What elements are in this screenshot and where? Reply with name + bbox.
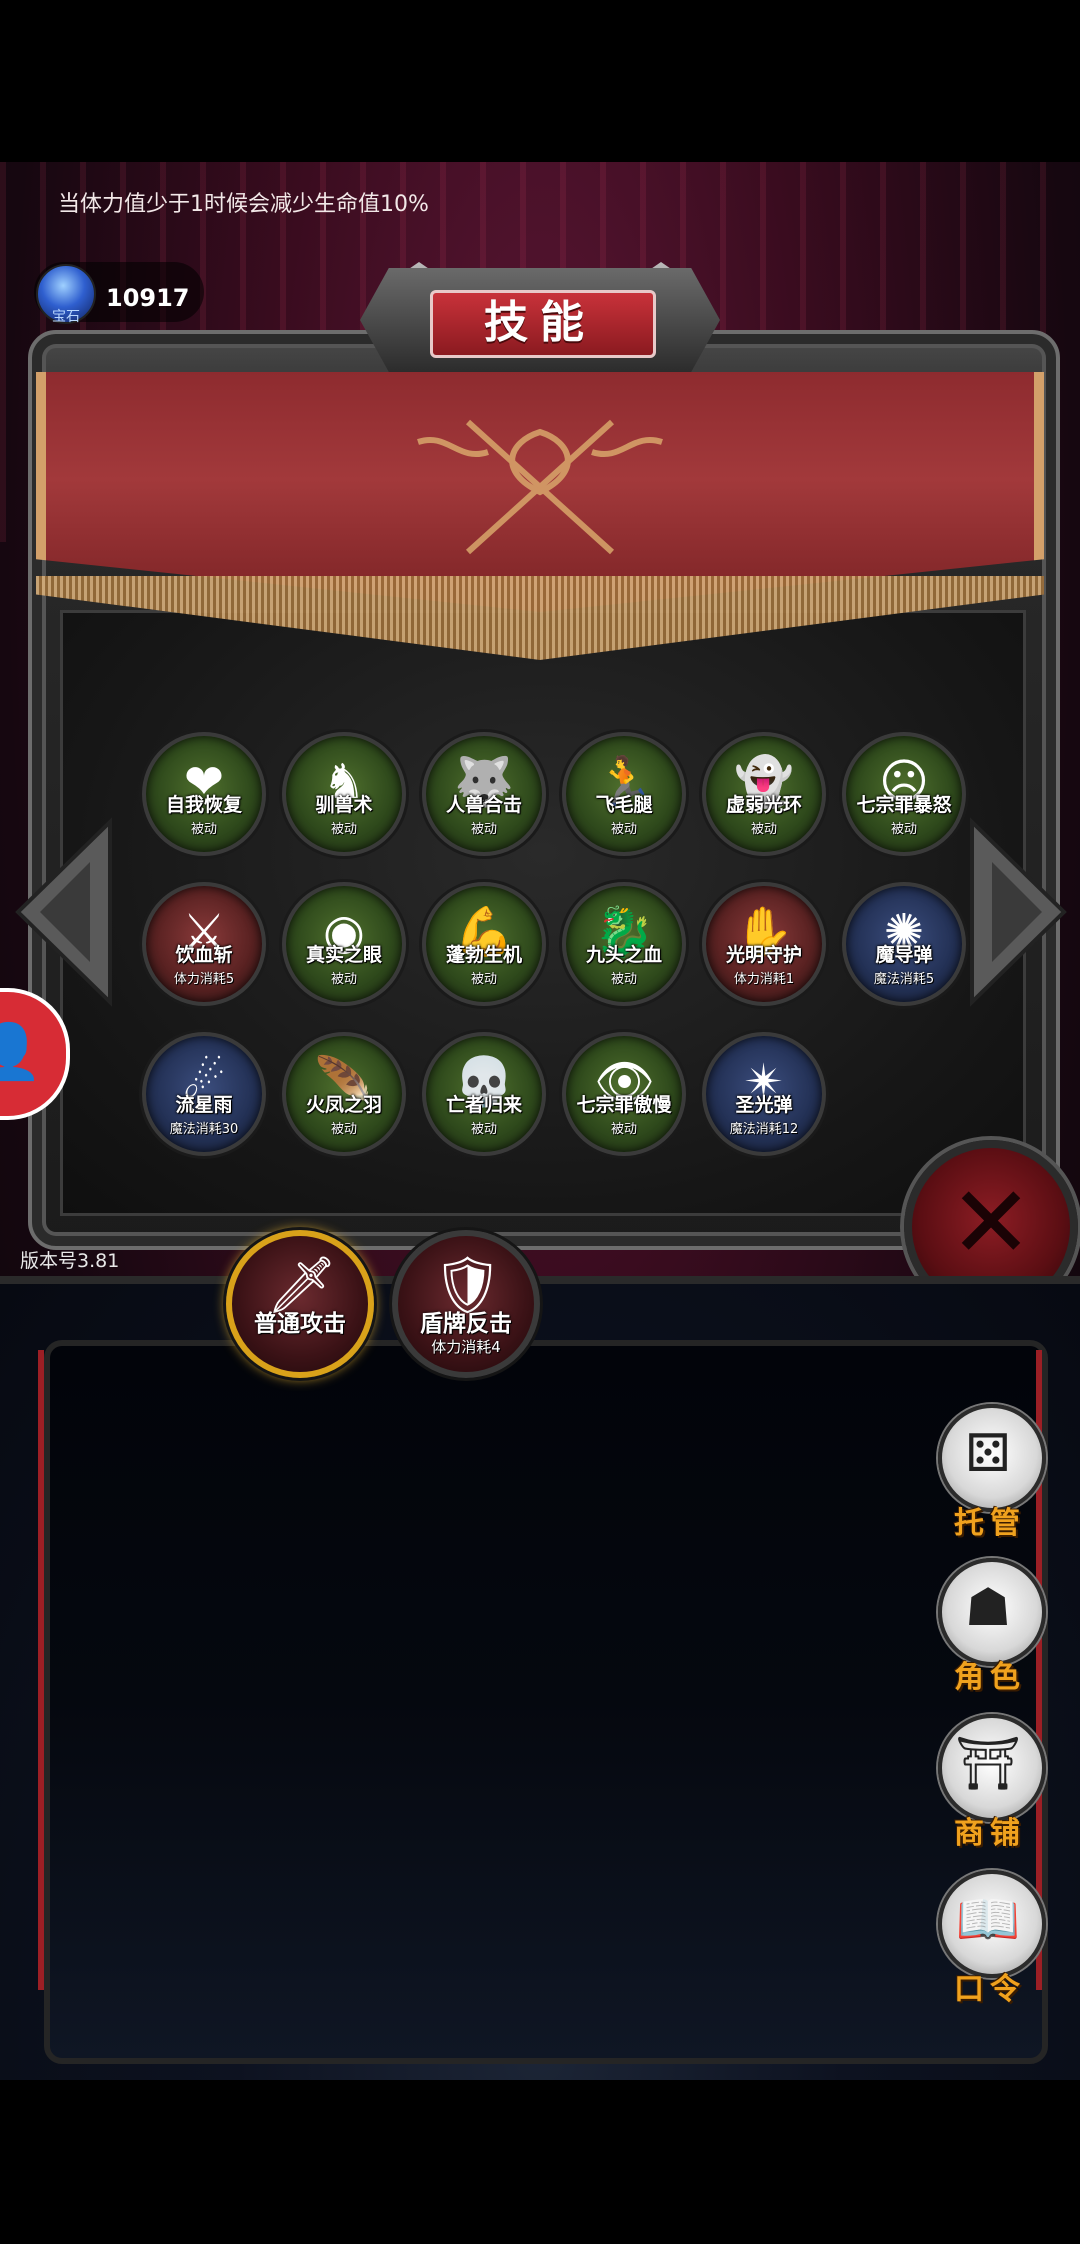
- skill-cost: 魔法消耗5: [873, 972, 935, 987]
- side-menu-button[interactable]: ⚄ 托管: [932, 1404, 1048, 1554]
- action-button[interactable]: 🛡 盾牌反击 体力消耗4: [392, 1230, 540, 1378]
- skill-button[interactable]: 🏃 飞毛腿 被动: [562, 732, 686, 856]
- skill-name: 火凤之羽: [305, 1094, 382, 1116]
- skill-cost: 被动: [470, 822, 497, 837]
- skill-name: 人兽合击: [445, 794, 522, 816]
- skill-name: 光明守护: [725, 944, 802, 966]
- skill-button[interactable]: ✴ 圣光弹 魔法消耗12: [702, 1032, 826, 1156]
- skill-button[interactable]: 👁 七宗罪傲慢 被动: [562, 1032, 686, 1156]
- skill-name: 九头之血: [585, 944, 662, 966]
- skill-button[interactable]: ✺ 魔导弹 魔法消耗5: [842, 882, 966, 1006]
- side-menu-label: 商铺: [954, 1816, 1026, 1851]
- skill-button[interactable]: 🐺 人兽合击 被动: [422, 732, 546, 856]
- page-right-arrow-icon[interactable]: [962, 812, 1072, 1012]
- skill-cost: 被动: [890, 822, 917, 837]
- spellbook-icon: 📖: [955, 1890, 1021, 1950]
- skill-button[interactable]: ♞ 驯兽术 被动: [282, 732, 406, 856]
- skill-name: 饮血斩: [175, 944, 233, 966]
- side-menu-button[interactable]: ⛩ 商铺: [932, 1714, 1048, 1864]
- skill-name: 魔导弹: [875, 944, 933, 966]
- skill-cost: 被动: [610, 972, 637, 987]
- side-menu-label: 角色: [954, 1660, 1026, 1695]
- hooded-figure-icon: ☗: [964, 1578, 1012, 1638]
- skill-name: 七宗罪暴怒: [856, 794, 952, 816]
- action-name: 盾牌反击: [420, 1311, 512, 1337]
- skill-cost: 被动: [470, 1122, 497, 1137]
- skill-button[interactable]: 💪 蓬勃生机 被动: [422, 882, 546, 1006]
- action-cost: 体力消耗4: [431, 1338, 501, 1356]
- skill-cost: 魔法消耗12: [729, 1122, 799, 1137]
- action-button[interactable]: 🗡 普通攻击: [226, 1230, 374, 1378]
- skill-cost: 被动: [330, 822, 357, 837]
- bottom-black-bar: [0, 2080, 1080, 2244]
- version-label: 版本号3.81: [20, 1250, 120, 1272]
- skill-cost: 体力消耗1: [733, 972, 795, 987]
- skill-button[interactable]: ☹ 七宗罪暴怒 被动: [842, 732, 966, 856]
- page-left-arrow-icon[interactable]: [10, 812, 120, 1012]
- crossed-swords-emblem-icon: [417, 419, 663, 555]
- currency-label: 宝石: [52, 309, 80, 325]
- action-name: 普通攻击: [254, 1311, 346, 1337]
- person-icon: 👤: [0, 1020, 43, 1083]
- skill-button[interactable]: ◉ 真实之眼 被动: [282, 882, 406, 1006]
- skill-name: 飞毛腿: [595, 794, 653, 816]
- hint-text: 当体力值少于1时候会减少生命值10%: [58, 192, 429, 217]
- side-menu-label: 口令: [954, 1972, 1026, 2007]
- left-red-rail: [38, 1350, 44, 1990]
- dice-icon: ⚄: [965, 1424, 1011, 1484]
- skill-button[interactable]: 👻 虚弱光环 被动: [702, 732, 826, 856]
- skill-name: 驯兽术: [315, 794, 373, 816]
- panel-title: 技能: [484, 297, 596, 348]
- skill-button[interactable]: ✋ 光明守护 体力消耗1: [702, 882, 826, 1006]
- skill-button[interactable]: 🪶 火凤之羽 被动: [282, 1032, 406, 1156]
- currency-amount: 10917: [106, 284, 190, 312]
- skill-name: 蓬勃生机: [445, 944, 522, 966]
- battle-area: [44, 1340, 1048, 2064]
- skill-button[interactable]: ❤ 自我恢复 被动: [142, 732, 266, 856]
- side-menu-label: 托管: [954, 1506, 1026, 1541]
- skill-cost: 被动: [330, 1122, 357, 1137]
- skill-cost: 被动: [470, 972, 497, 987]
- skill-button[interactable]: ⚔ 饮血斩 体力消耗5: [142, 882, 266, 1006]
- skill-cost: 被动: [610, 822, 637, 837]
- skill-cost: 体力消耗5: [173, 972, 235, 987]
- skill-name: 真实之眼: [305, 944, 382, 966]
- skill-name: 流星雨: [175, 1094, 233, 1116]
- side-menu-button[interactable]: 📖 口令: [932, 1870, 1048, 2020]
- skill-button[interactable]: 🐉 九头之血 被动: [562, 882, 686, 1006]
- skill-cost: 被动: [330, 972, 357, 987]
- skill-name: 虚弱光环: [725, 794, 802, 816]
- skill-cost: 被动: [190, 822, 217, 837]
- skill-button[interactable]: 💀 亡者归来 被动: [422, 1032, 546, 1156]
- skill-name: 亡者归来: [445, 1094, 522, 1116]
- skill-name: 圣光弹: [735, 1094, 793, 1116]
- skill-cost: 被动: [610, 1122, 637, 1137]
- top-black-bar: [0, 0, 1080, 162]
- side-menu-button[interactable]: ☗ 角色: [932, 1558, 1048, 1708]
- skill-name: 自我恢复: [165, 794, 242, 816]
- skill-button[interactable]: ☄ 流星雨 魔法消耗30: [142, 1032, 266, 1156]
- shop-sign-icon: ⛩: [954, 1734, 1021, 1794]
- skill-cost: 魔法消耗30: [169, 1122, 239, 1137]
- skill-name: 七宗罪傲慢: [576, 1094, 672, 1116]
- skill-cost: 被动: [750, 822, 777, 837]
